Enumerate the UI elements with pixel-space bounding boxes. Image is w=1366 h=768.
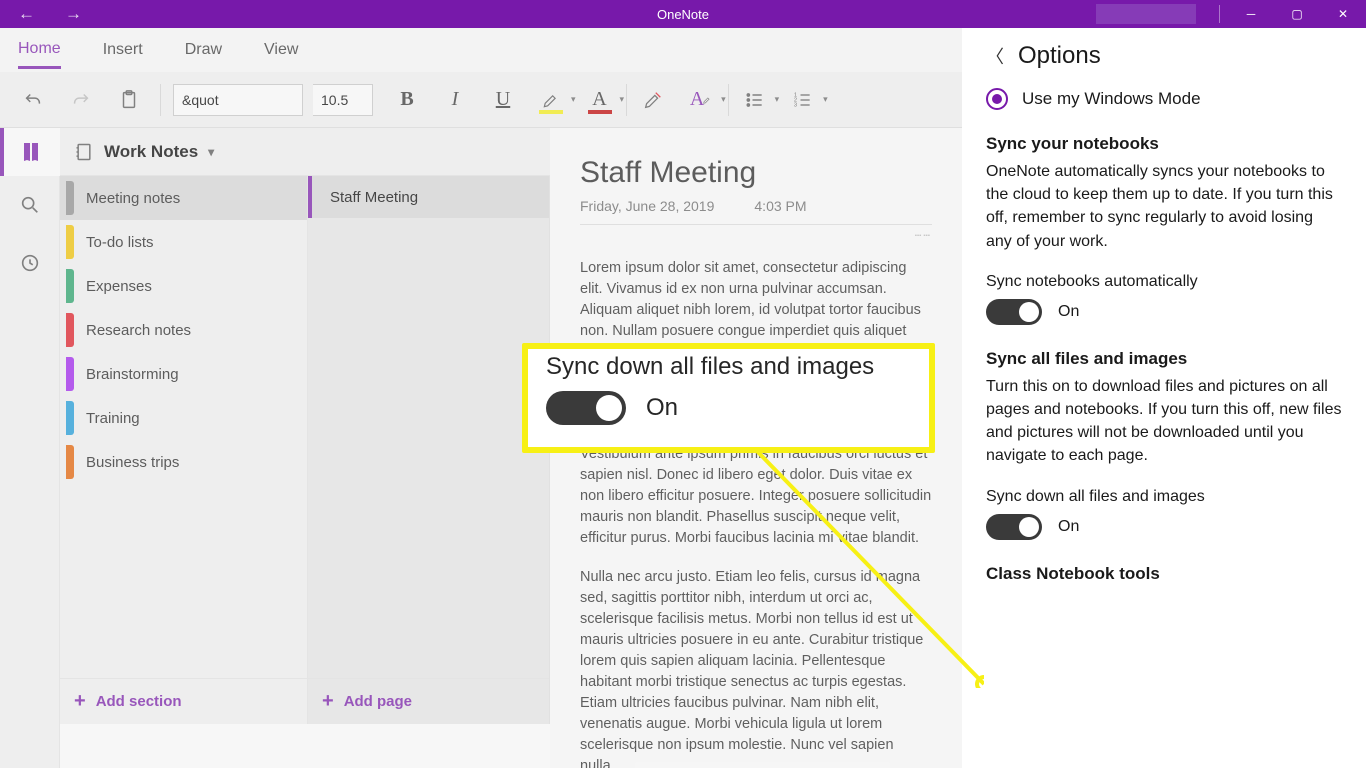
plus-icon: + (322, 690, 334, 713)
options-back-icon[interactable]: 〈 (986, 43, 1004, 69)
note-date: Friday, June 28, 2019 (580, 198, 714, 214)
font-color-button[interactable]: A (576, 80, 624, 120)
redo-button[interactable] (62, 82, 100, 118)
options-title: Options (1018, 42, 1101, 70)
section-item[interactable]: Business trips (60, 440, 307, 484)
callout-toggle[interactable] (546, 391, 626, 425)
maximize-button[interactable]: ▢ (1274, 0, 1320, 28)
tab-view[interactable]: View (264, 33, 298, 67)
account-block[interactable] (1096, 4, 1196, 24)
sync-heading: Sync your notebooks (986, 134, 1342, 154)
sync-down-state: On (1058, 518, 1079, 536)
ribbon: B I U ▾ A▾ A▾ ▾ 123▾ (0, 72, 962, 128)
undo-button[interactable] (14, 82, 52, 118)
radio-icon (986, 88, 1008, 110)
note-body[interactable]: Lorem ipsum dolor sit amet, consectetur … (580, 258, 932, 768)
search-icon[interactable] (0, 176, 60, 234)
notebook-name: Work Notes (104, 142, 198, 162)
callout-highlight: Sync down all files and images On (522, 343, 935, 453)
section-item[interactable]: Research notes (60, 308, 307, 352)
bold-button[interactable]: B (383, 80, 431, 120)
clear-formatting-button[interactable] (629, 80, 677, 120)
chevron-down-icon: ▾ (208, 145, 214, 159)
ribbon-tabs: Home Insert Draw View (0, 28, 962, 72)
sections-list: Meeting notes To-do lists Expenses Resea… (60, 176, 308, 724)
minimize-button[interactable]: ─ (1228, 0, 1274, 28)
pages-list: Staff Meeting +Add page (308, 176, 550, 724)
format-painter-button[interactable]: A (677, 80, 725, 120)
sync-files-description: Turn this on to download files and pictu… (986, 375, 1342, 468)
tab-home[interactable]: Home (18, 32, 61, 69)
close-button[interactable]: ✕ (1320, 0, 1366, 28)
sync-files-heading: Sync all files and images (986, 349, 1342, 369)
sync-auto-toggle[interactable] (986, 299, 1042, 325)
options-pane: 〈 Options Use my Windows Mode Sync your … (962, 28, 1366, 768)
nav-forward-icon[interactable]: → (65, 4, 82, 24)
title-bar: ← → OneNote ─ ▢ ✕ (0, 0, 1366, 28)
section-item[interactable]: To-do lists (60, 220, 307, 264)
tab-insert[interactable]: Insert (103, 33, 143, 67)
sync-down-toggle[interactable] (986, 514, 1042, 540)
clipboard-button[interactable] (110, 82, 148, 118)
sync-description: OneNote automatically syncs your noteboo… (986, 160, 1342, 253)
app-title: OneNote (657, 7, 709, 22)
bullets-button[interactable] (731, 80, 779, 120)
class-notebook-heading: Class Notebook tools (986, 564, 1342, 584)
recent-icon[interactable] (0, 234, 60, 292)
italic-button[interactable]: I (431, 80, 479, 120)
notebook-header[interactable]: Work Notes ▾ (60, 128, 550, 176)
add-page-button[interactable]: +Add page (308, 678, 549, 724)
font-name-input[interactable] (173, 84, 303, 116)
notebooks-icon[interactable] (0, 128, 60, 176)
page-title[interactable]: Staff Meeting (580, 156, 932, 190)
left-rail (0, 128, 60, 768)
svg-text:3: 3 (794, 102, 797, 108)
plus-icon: + (74, 690, 86, 713)
note-time: 4:03 PM (754, 198, 806, 214)
add-section-button[interactable]: +Add section (60, 678, 307, 724)
section-item[interactable]: Expenses (60, 264, 307, 308)
page-item[interactable]: Staff Meeting (308, 176, 549, 218)
font-size-input[interactable] (313, 84, 373, 116)
callout-state: On (646, 394, 678, 422)
windows-mode-radio[interactable]: Use my Windows Mode (986, 88, 1342, 110)
numbering-button[interactable]: 123 (779, 80, 827, 120)
nav-back-icon[interactable]: ← (18, 4, 35, 24)
sync-auto-state: On (1058, 303, 1079, 321)
callout-title: Sync down all files and images (546, 353, 913, 381)
sync-down-label: Sync down all files and images (986, 488, 1342, 506)
notebook-icon (74, 142, 94, 162)
container-handle[interactable]: ┄┄ (580, 229, 932, 242)
sync-auto-label: Sync notebooks automatically (986, 273, 1342, 291)
underline-button[interactable]: U (479, 80, 527, 120)
tab-draw[interactable]: Draw (185, 33, 222, 67)
section-item[interactable]: Meeting notes (60, 176, 307, 220)
section-item[interactable]: Brainstorming (60, 352, 307, 396)
highlight-button[interactable] (527, 80, 575, 120)
section-item[interactable]: Training (60, 396, 307, 440)
